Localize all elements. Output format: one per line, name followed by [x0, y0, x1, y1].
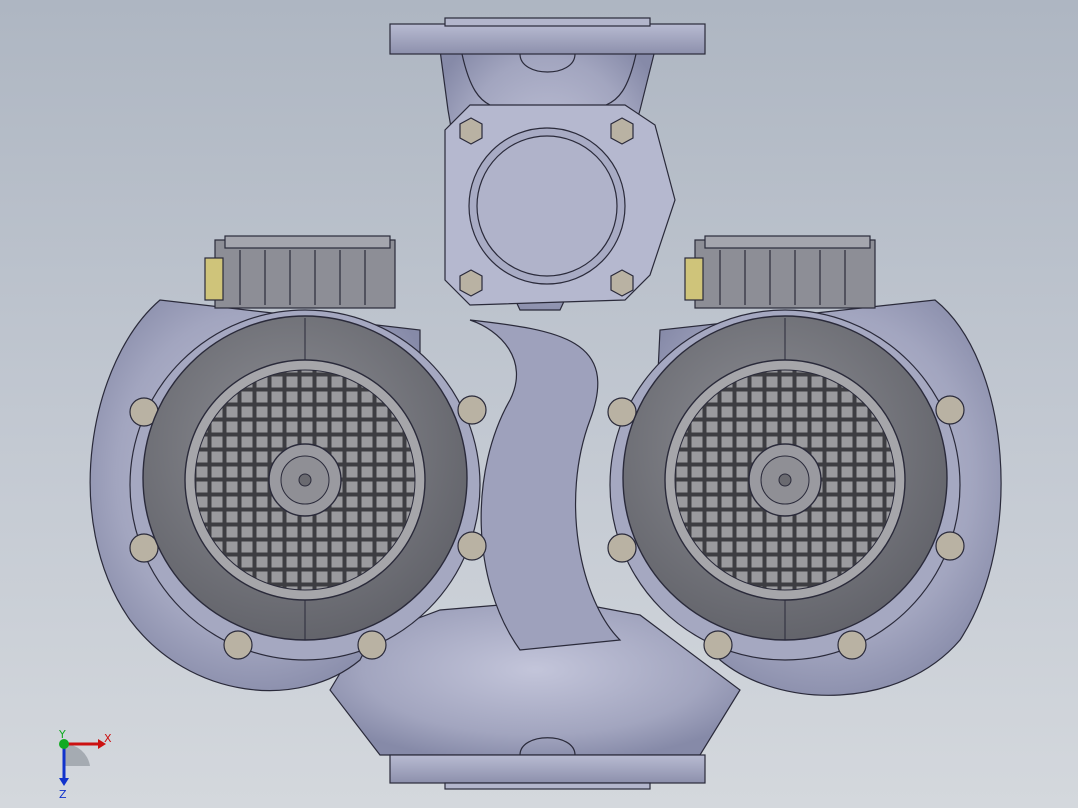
- z-axis-label: Z: [59, 788, 67, 800]
- triad-plane-icon: [64, 743, 90, 766]
- x-axis-label: X: [104, 732, 112, 745]
- y-axis-label: Y: [58, 728, 66, 741]
- right-motor: [607, 235, 1002, 696]
- right-terminal-box: [684, 235, 876, 309]
- coordinate-triad[interactable]: X Y Z: [40, 720, 120, 800]
- 3d-viewport[interactable]: X Y Z: [0, 0, 1078, 808]
- left-terminal-box: [204, 235, 396, 309]
- z-arrow-icon: [59, 778, 69, 786]
- pump-model[interactable]: [0, 0, 1078, 808]
